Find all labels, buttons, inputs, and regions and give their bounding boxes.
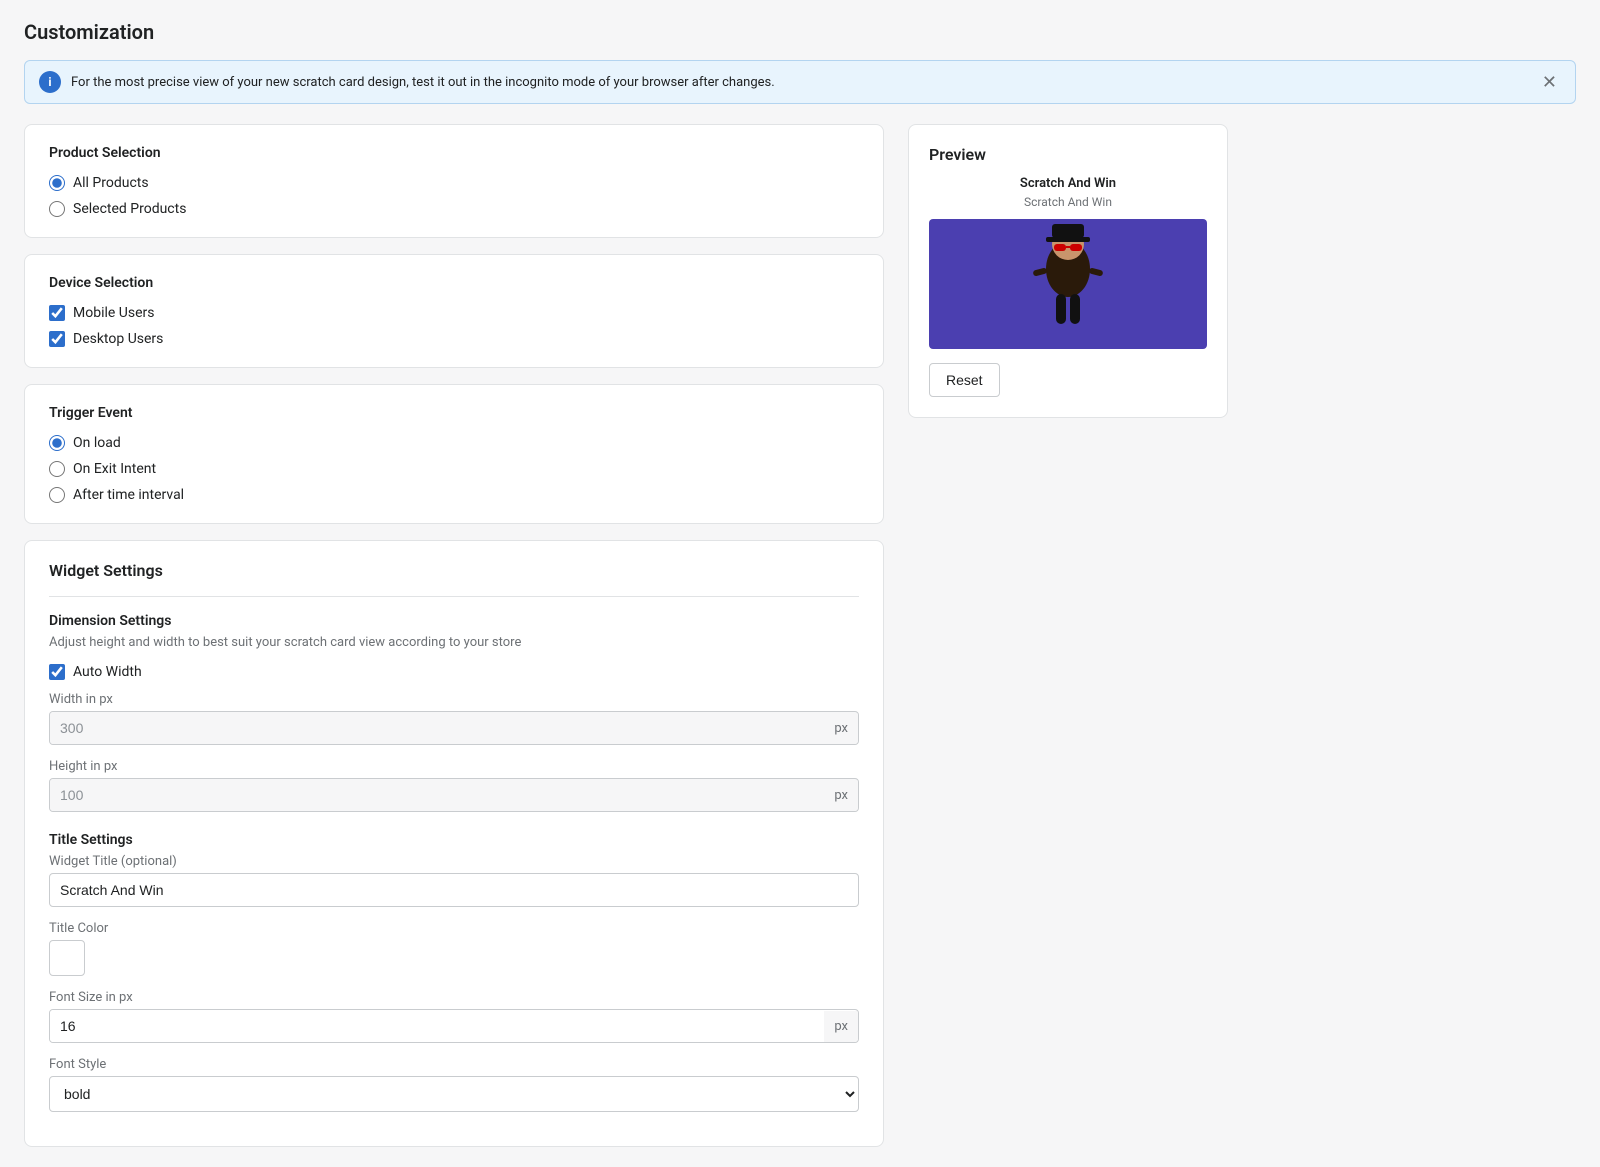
product-selection-title: Product Selection <box>49 145 859 161</box>
desktop-users-checkbox[interactable] <box>49 331 65 347</box>
width-field-group: Width in px px <box>49 692 859 745</box>
dimension-description: Adjust height and width to best suit you… <box>49 635 859 650</box>
selected-products-radio[interactable] <box>49 201 65 217</box>
height-input[interactable] <box>50 779 824 811</box>
product-selection-section: Product Selection All Products Selected … <box>24 124 884 238</box>
info-icon: i <box>39 71 61 93</box>
height-field-group: Height in px px <box>49 759 859 812</box>
font-style-label: Font Style <box>49 1057 859 1072</box>
selected-products-label: Selected Products <box>73 201 186 217</box>
divider <box>49 596 859 597</box>
auto-width-label: Auto Width <box>73 664 142 680</box>
font-style-field-group: Font Style bold normal italic <box>49 1057 859 1112</box>
preview-title: Preview <box>929 145 1207 164</box>
dimension-title: Dimension Settings <box>49 613 859 629</box>
font-size-field-group: Font Size in px px <box>49 990 859 1043</box>
mobile-users-checkbox-item[interactable]: Mobile Users <box>49 305 859 321</box>
preview-image <box>929 219 1207 349</box>
device-selection-section: Device Selection Mobile Users Desktop Us… <box>24 254 884 368</box>
after-interval-radio[interactable] <box>49 487 65 503</box>
selected-products-radio-item[interactable]: Selected Products <box>49 201 859 217</box>
widget-title-field-group: Widget Title (optional) <box>49 854 859 907</box>
on-load-radio-item[interactable]: On load <box>49 435 859 451</box>
font-style-select[interactable]: bold normal italic <box>49 1076 859 1112</box>
trigger-event-title: Trigger Event <box>49 405 859 421</box>
on-exit-radio-item[interactable]: On Exit Intent <box>49 461 859 477</box>
auto-width-checkbox[interactable] <box>49 664 65 680</box>
widget-settings-title: Widget Settings <box>49 561 859 580</box>
desktop-users-label: Desktop Users <box>73 331 163 347</box>
all-products-radio[interactable] <box>49 175 65 191</box>
page-title: Customization <box>24 20 1576 44</box>
all-products-label: All Products <box>73 175 149 191</box>
device-selection-group: Mobile Users Desktop Users <box>49 305 859 347</box>
height-suffix: px <box>824 780 858 811</box>
width-input[interactable] <box>50 712 824 744</box>
mobile-users-checkbox[interactable] <box>49 305 65 321</box>
title-color-label: Title Color <box>49 921 859 936</box>
after-interval-radio-item[interactable]: After time interval <box>49 487 859 503</box>
right-panel: Preview Scratch And Win Scratch And Win <box>908 124 1228 418</box>
dimension-settings: Dimension Settings Adjust height and wid… <box>49 613 859 812</box>
auto-width-row: Auto Width <box>49 664 859 680</box>
title-settings-heading: Title Settings <box>49 832 859 848</box>
width-label: Width in px <box>49 692 859 707</box>
widget-settings-section: Widget Settings Dimension Settings Adjus… <box>24 540 884 1147</box>
title-color-swatch[interactable] <box>49 940 85 976</box>
title-color-field-group: Title Color <box>49 921 859 976</box>
height-input-container: px <box>49 778 859 812</box>
title-settings: Title Settings Widget Title (optional) T… <box>49 832 859 1112</box>
info-banner: i For the most precise view of your new … <box>24 60 1576 104</box>
trigger-event-group: On load On Exit Intent After time interv… <box>49 435 859 503</box>
left-panel: Product Selection All Products Selected … <box>24 124 884 1147</box>
height-label: Height in px <box>49 759 859 774</box>
device-selection-title: Device Selection <box>49 275 859 291</box>
on-load-radio[interactable] <box>49 435 65 451</box>
on-exit-label: On Exit Intent <box>73 461 156 477</box>
font-size-input-container: px <box>49 1009 859 1043</box>
font-size-input[interactable] <box>50 1010 824 1042</box>
banner-text: For the most precise view of your new sc… <box>71 75 1528 90</box>
width-suffix: px <box>824 713 858 744</box>
mobile-users-label: Mobile Users <box>73 305 154 321</box>
width-input-container: px <box>49 711 859 745</box>
product-selection-group: All Products Selected Products <box>49 175 859 217</box>
close-banner-button[interactable]: ✕ <box>1538 72 1561 93</box>
preview-card-subtitle: Scratch And Win <box>929 195 1207 209</box>
on-load-label: On load <box>73 435 121 451</box>
widget-title-input[interactable] <box>49 873 859 907</box>
all-products-radio-item[interactable]: All Products <box>49 175 859 191</box>
preview-card: Preview Scratch And Win Scratch And Win <box>908 124 1228 418</box>
desktop-users-checkbox-item[interactable]: Desktop Users <box>49 331 859 347</box>
preview-card-title: Scratch And Win <box>929 176 1207 191</box>
on-exit-radio[interactable] <box>49 461 65 477</box>
preview-character-svg <box>1018 224 1118 344</box>
after-interval-label: After time interval <box>73 487 184 503</box>
font-size-suffix: px <box>824 1011 858 1042</box>
font-size-label: Font Size in px <box>49 990 859 1005</box>
reset-button[interactable]: Reset <box>929 363 1000 397</box>
trigger-event-section: Trigger Event On load On Exit Intent Aft… <box>24 384 884 524</box>
widget-title-label: Widget Title (optional) <box>49 854 859 869</box>
